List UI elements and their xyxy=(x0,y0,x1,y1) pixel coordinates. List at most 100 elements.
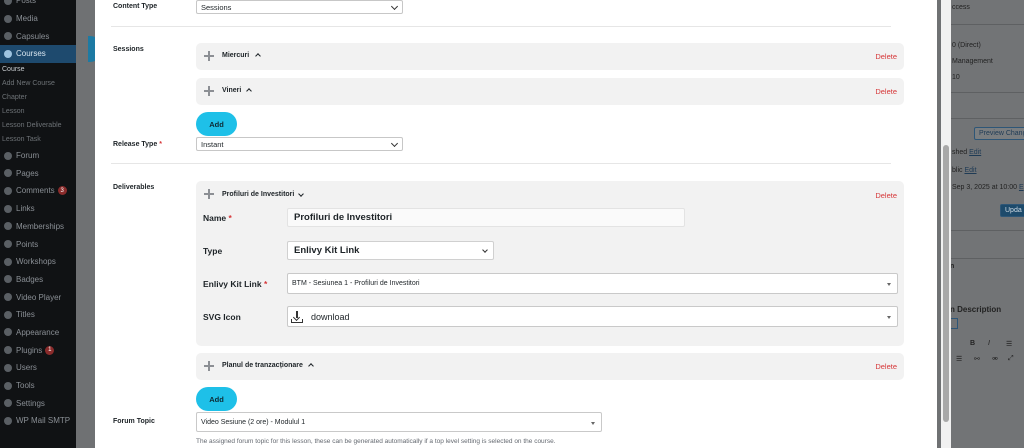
sidebar-item-courses[interactable]: Courses xyxy=(0,45,76,63)
delete-session-button[interactable]: Delete xyxy=(875,52,897,61)
chevron-up-icon[interactable] xyxy=(246,88,252,94)
sidebar-item-memberships[interactable]: Memberships xyxy=(0,218,76,236)
workshops-icon xyxy=(4,257,12,266)
kit-link-label: Enlivy Kit Link * xyxy=(203,279,267,289)
sidebar-item-label: Plugins xyxy=(16,345,43,355)
sidebar-item-course[interactable]: Course xyxy=(0,63,76,77)
sidebar-item-plugins[interactable]: Plugins 1 xyxy=(0,341,76,359)
sidebar-item-tools[interactable]: Tools xyxy=(0,377,76,395)
editor-tab[interactable] xyxy=(950,318,958,329)
sidebar-item-label: Lesson Deliverable xyxy=(2,122,62,130)
sidebar-item-add-new-course[interactable]: Add New Course xyxy=(0,77,76,91)
memberships-icon xyxy=(4,222,12,231)
sidebar-item-label: Chapter xyxy=(2,94,27,102)
fullscreen-icon[interactable]: ⤢ xyxy=(1008,355,1014,363)
forum-topic-select[interactable]: Video Sesiune (2 ore) - Modulul 1 xyxy=(196,412,602,432)
sidebar-item-badges[interactable]: Badges xyxy=(0,271,76,289)
sidebar-item-lesson-task[interactable]: Lesson Task xyxy=(0,133,76,147)
sidebar-item-pages[interactable]: Pages xyxy=(0,164,76,182)
delete-session-button[interactable]: Delete xyxy=(875,87,897,96)
drag-handle-icon[interactable] xyxy=(203,85,215,97)
sidebar-item-video-player[interactable]: Video Player xyxy=(0,288,76,306)
sidebar-item-label: Course xyxy=(2,66,25,74)
video-player-icon xyxy=(4,293,12,302)
media-icon xyxy=(4,14,12,23)
add-deliverable-button[interactable]: Add xyxy=(196,387,237,411)
required-mark: * xyxy=(228,213,232,223)
tools-icon xyxy=(4,381,12,390)
sidebar-item-label: Media xyxy=(16,14,38,24)
sidebar-item-label: Comments xyxy=(16,186,55,196)
lesson-edit-modal: Content Type Sessions Sessions Miercuri … xyxy=(95,0,937,448)
comments-icon xyxy=(4,186,12,195)
italic-icon[interactable]: I xyxy=(988,340,990,347)
plugins-icon xyxy=(4,346,12,355)
dropdown-arrow-icon xyxy=(887,283,891,286)
sidebar-item-label: Titles xyxy=(16,310,35,320)
delete-deliverable-button[interactable]: Delete xyxy=(875,191,897,200)
points-icon xyxy=(4,240,12,249)
required-mark: * xyxy=(159,141,162,148)
sidebar-item-workshops[interactable]: Workshops xyxy=(0,253,76,271)
drag-handle-icon[interactable] xyxy=(203,50,215,62)
publish-date-edit-link[interactable]: E xyxy=(1019,184,1024,191)
chevron-up-icon[interactable] xyxy=(308,363,314,369)
sidebar-item-label: Links xyxy=(16,204,35,214)
visibility-edit-link[interactable]: Edit xyxy=(964,167,976,174)
sidebar-item-comments[interactable]: Comments 3 xyxy=(0,182,76,200)
session-item: Miercuri Delete xyxy=(196,43,904,70)
release-type-select[interactable]: Instant xyxy=(196,137,403,151)
unlink-icon[interactable]: ⚮ xyxy=(992,355,998,363)
sidebar-item-wp-mail-smtp[interactable]: WP Mail SMTP xyxy=(0,412,76,430)
sidebar-item-media[interactable]: Media xyxy=(0,10,76,28)
users-icon xyxy=(4,363,12,372)
update-button[interactable]: Upda xyxy=(1000,204,1024,217)
sidebar-item-appearance[interactable]: Appearance xyxy=(0,324,76,342)
chevron-down-icon[interactable] xyxy=(298,191,304,197)
deliverable-item-expanded: Profiluri de Investitori Delete Name * P… xyxy=(196,181,904,346)
sidebar-item-label: Courses xyxy=(16,49,46,59)
drag-handle-icon[interactable] xyxy=(203,188,215,200)
sidebar-item-users[interactable]: Users xyxy=(0,359,76,377)
content-type-value: Sessions xyxy=(201,2,232,12)
deliverable-type-select[interactable]: Enlivy Kit Link xyxy=(287,241,494,260)
content-type-label: Content Type xyxy=(113,3,158,10)
chevron-up-icon[interactable] xyxy=(255,53,261,59)
sidebar-item-points[interactable]: Points xyxy=(0,235,76,253)
delete-deliverable-button[interactable]: Delete xyxy=(875,362,897,371)
svg-icon-label: SVG Icon xyxy=(203,312,241,322)
content-type-select[interactable]: Sessions xyxy=(196,0,403,14)
sidebar-item-label: Tools xyxy=(16,381,35,391)
sidebar-item-label: Add New Course xyxy=(2,80,55,88)
status-text: shed xyxy=(952,149,968,156)
sidebar-item-lesson-deliverable[interactable]: Lesson Deliverable xyxy=(0,119,76,133)
bold-icon[interactable]: B xyxy=(970,340,975,347)
numbered-list-icon[interactable]: ☰ xyxy=(956,355,962,363)
posts-icon xyxy=(4,0,12,5)
status-edit-link[interactable]: Edit xyxy=(969,149,981,156)
sidebar-item-titles[interactable]: Titles xyxy=(0,306,76,324)
deliverable-name-input[interactable]: Profiluri de Investitori xyxy=(287,208,685,227)
courses-icon xyxy=(4,49,12,58)
chevron-down-icon xyxy=(390,2,399,11)
bulleted-list-icon[interactable]: ☰ xyxy=(1006,340,1012,348)
description-heading: n Description xyxy=(950,305,1002,314)
modal-scrollbar-thumb[interactable] xyxy=(943,145,949,422)
sidebar-item-forum[interactable]: Forum xyxy=(0,147,76,165)
sidebar-item-label: WP Mail SMTP xyxy=(16,416,71,426)
sidebar-item-lesson[interactable]: Lesson xyxy=(0,105,76,119)
count-badge: 1 xyxy=(45,345,55,355)
svg-icon-select[interactable]: download xyxy=(287,306,898,327)
sidebar-item-chapter[interactable]: Chapter xyxy=(0,91,76,105)
sidebar-item-posts[interactable]: Posts xyxy=(0,0,76,10)
dropdown-arrow-icon xyxy=(591,422,595,425)
add-session-button[interactable]: Add xyxy=(196,112,237,136)
sidebar-item-capsules[interactable]: Capsules xyxy=(0,27,76,45)
sidebar-item-settings[interactable]: Settings xyxy=(0,394,76,412)
link-icon[interactable]: ⚯ xyxy=(974,355,980,363)
sidebar-item-links[interactable]: Links xyxy=(0,200,76,218)
kit-link-select[interactable]: BTM - Sesiunea 1 - Profiluri de Investit… xyxy=(287,273,898,294)
titles-icon xyxy=(4,310,12,319)
preview-changes-button[interactable]: Preview Chang xyxy=(974,127,1024,140)
drag-handle-icon[interactable] xyxy=(203,360,215,372)
